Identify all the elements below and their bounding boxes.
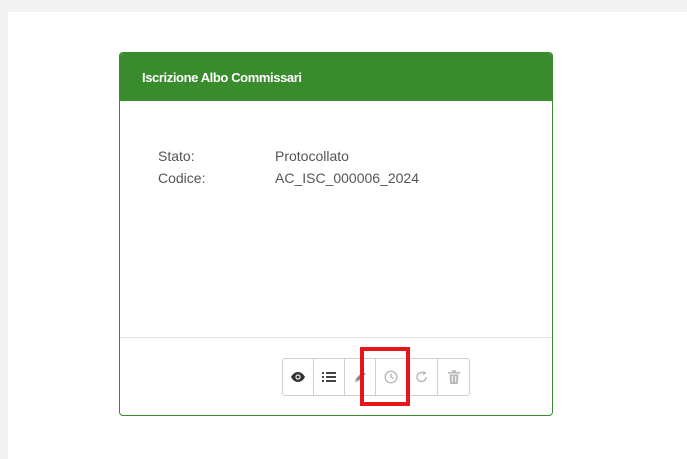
redo-button[interactable] [407, 359, 438, 395]
card-footer [120, 338, 552, 415]
code-row: Codice: AC_ISC_000006_2024 [158, 170, 419, 186]
list-icon [322, 372, 336, 382]
card-title: Iscrizione Albo Commissari [142, 69, 302, 85]
redo-icon [416, 371, 427, 383]
card-body: Stato: Protocollato Codice: AC_ISC_00000… [120, 101, 552, 338]
status-row: Stato: Protocollato [158, 148, 349, 164]
status-value: Protocollato [275, 148, 349, 164]
trash-icon [447, 370, 460, 384]
code-value: AC_ISC_000006_2024 [275, 170, 420, 186]
view-button[interactable] [283, 359, 314, 395]
code-label: Codice: [158, 170, 206, 186]
eye-icon [291, 372, 305, 382]
card-header: Iscrizione Albo Commissari [120, 53, 552, 101]
status-label: Stato: [158, 148, 195, 164]
delete-button[interactable] [438, 359, 469, 395]
application-card: Iscrizione Albo Commissari Stato: Protoc… [119, 52, 553, 416]
edit-button-highlight [360, 347, 410, 406]
details-list-button[interactable] [314, 359, 345, 395]
